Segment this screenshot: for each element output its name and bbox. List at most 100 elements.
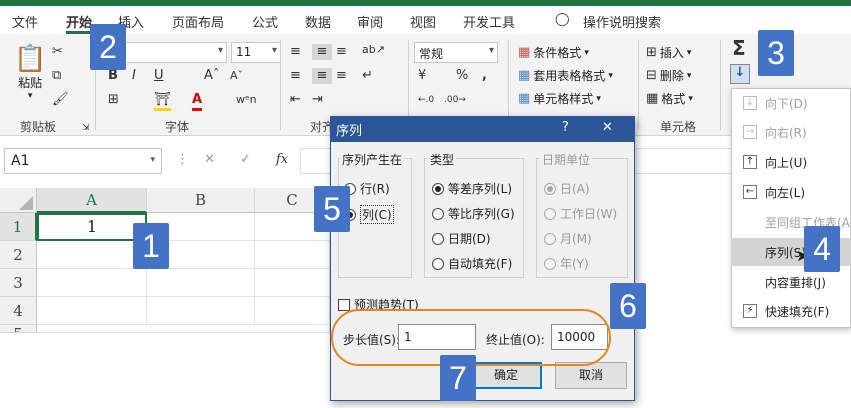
row-header-5[interactable]: 5 [0, 325, 37, 333]
radio-columns[interactable]: 列(C) [344, 205, 394, 224]
radio-date[interactable]: 日期(D) [432, 230, 491, 247]
table-format-button[interactable]: ▦ 套用表格格式 ▾ [518, 67, 613, 84]
cell-c2[interactable] [255, 241, 330, 269]
cell-c4[interactable] [255, 297, 330, 325]
align-middle-icon[interactable]: ≡ [312, 44, 332, 60]
arrow-up-icon: ↑ [743, 155, 757, 169]
currency-icon[interactable]: ¥ [418, 68, 426, 84]
percent-icon[interactable]: % [456, 68, 468, 84]
radio-weekday[interactable]: 工作日(W) [544, 205, 617, 222]
flash-fill-item[interactable]: ⚡ 快速填充(F) [731, 297, 851, 325]
cut-icon[interactable]: ✂ [52, 44, 63, 60]
font-color-icon[interactable]: A [192, 92, 203, 111]
align-right-icon[interactable]: ≡ [336, 68, 347, 84]
copy-icon[interactable]: ⧉ [52, 68, 61, 84]
row-header-4[interactable]: 4 [0, 297, 37, 325]
align-top-icon[interactable]: ≡ [290, 44, 301, 60]
tab-formulas[interactable]: 公式 [252, 12, 278, 31]
number-format-combo[interactable]: 常规 ▾ [414, 42, 498, 63]
shrink-font-icon[interactable]: Aˇ [230, 68, 243, 84]
fill-left-item[interactable]: ← 向左(L) [731, 178, 851, 206]
cell-a4[interactable] [37, 297, 147, 325]
cell-row-5[interactable] [37, 325, 330, 333]
delete-cells-button[interactable]: ⊟ 删除 ▾ [646, 67, 691, 84]
phonetic-icon[interactable]: wᵉn [236, 92, 257, 108]
row-header-2[interactable]: 2 [0, 241, 37, 269]
confirm-entry-icon[interactable]: ✓ [240, 152, 251, 168]
comma-icon[interactable]: , [482, 68, 487, 84]
autosum-icon[interactable]: Σ [732, 38, 746, 58]
cell-b3[interactable] [147, 269, 255, 297]
radio-dot [432, 232, 444, 245]
tab-review[interactable]: 审阅 [357, 12, 383, 31]
decrease-decimal-icon[interactable]: .00→ [444, 92, 466, 108]
dialog-launcher-icon[interactable]: ⇲ [82, 120, 90, 136]
cell-c3[interactable] [255, 269, 330, 297]
font-size-value: 11 [236, 45, 252, 59]
radio-day[interactable]: 日(A) [544, 180, 590, 197]
bold-icon[interactable]: B [108, 68, 118, 84]
radio-rows[interactable]: 行(R) [344, 180, 390, 197]
cell-a2[interactable] [37, 241, 147, 269]
tab-view[interactable]: 视图 [410, 12, 436, 31]
step-badge-2: 2 [90, 24, 126, 70]
cell-a1[interactable]: 1 [37, 213, 147, 241]
radio-autofill-label: 自动填充(F) [448, 257, 513, 271]
fill-down-icon[interactable]: ↓ [730, 64, 750, 84]
grow-font-icon[interactable]: Aˆ [204, 68, 219, 84]
italic-icon[interactable]: I [132, 68, 136, 84]
radio-autofill[interactable]: 自动填充(F) [432, 255, 512, 272]
tab-developer[interactable]: 开发工具 [463, 12, 515, 31]
paste-button[interactable]: 📋 粘贴 ▾ [14, 44, 46, 101]
cancel-entry-icon[interactable]: ✕ [204, 152, 215, 168]
column-header-b[interactable]: B [147, 188, 255, 213]
blank-icon [743, 245, 757, 259]
tab-home[interactable]: 开始 [66, 12, 92, 31]
insert-cells-button[interactable]: ⊞ 插入 ▾ [646, 44, 691, 61]
decrease-indent-icon[interactable]: ⇤ [290, 92, 301, 108]
fill-down-item[interactable]: ↓ 向下(D) [731, 89, 851, 117]
row-header-1[interactable]: 1 [0, 213, 37, 241]
cancel-button[interactable]: 取消 [555, 362, 627, 389]
font-size-combo[interactable]: 11 ▾ [231, 42, 281, 63]
align-left-icon[interactable]: ≡ [290, 68, 301, 84]
dialog-titlebar: 序列 ? ✕ [330, 116, 635, 142]
increase-indent-icon[interactable]: ⇥ [312, 92, 323, 108]
tab-data[interactable]: 数据 [305, 12, 331, 31]
orientation-icon[interactable]: ab↗ [362, 42, 385, 58]
fill-right-item[interactable]: → 向右(R) [731, 118, 851, 146]
fill-up-item[interactable]: ↑ 向上(U) [731, 148, 851, 176]
radio-month[interactable]: 月(M) [544, 230, 592, 247]
column-header-a[interactable]: A [37, 188, 147, 213]
increase-decimal-icon[interactable]: ←.0 [418, 92, 434, 108]
justify-item[interactable]: 内容重排(J) [731, 268, 851, 296]
radio-dot [544, 257, 556, 270]
format-painter-icon[interactable]: 🖌 [52, 92, 69, 108]
wrap-text-icon[interactable]: ↵ [362, 68, 373, 84]
fill-color-icon[interactable]: ⛩ [154, 92, 171, 111]
align-center-icon[interactable]: ≡ [312, 68, 332, 84]
tab-file[interactable]: 文件 [12, 12, 38, 31]
cell-b4[interactable] [147, 297, 255, 325]
insert-function-icon[interactable]: fx [276, 152, 288, 168]
help-icon[interactable]: ? [562, 120, 569, 135]
ok-button[interactable]: 确定 [470, 362, 542, 389]
tell-me-search[interactable]: 操作说明搜索 [583, 12, 661, 31]
align-bottom-icon[interactable]: ≡ [336, 44, 347, 60]
row-header-3[interactable]: 3 [0, 269, 37, 297]
cell-style-button[interactable]: ▦ 单元格样式 ▾ [518, 90, 601, 107]
cell-a3[interactable] [37, 269, 147, 297]
close-icon[interactable]: ✕ [602, 120, 613, 135]
radio-linear[interactable]: 等差序列(L) [432, 180, 512, 197]
radio-year[interactable]: 年(Y) [544, 255, 589, 272]
border-icon[interactable]: ⊞ [108, 92, 119, 108]
tab-page-layout[interactable]: 页面布局 [172, 12, 224, 31]
conditional-format-button[interactable]: ▦ 条件格式 ▾ [518, 44, 589, 61]
format-cells-button[interactable]: ▦ 格式 ▾ [646, 90, 693, 107]
select-all-corner[interactable] [0, 188, 37, 213]
name-box[interactable]: A1 ▾ [4, 148, 162, 174]
checkbox-box [338, 298, 350, 311]
insert-cells-label: 插入 [659, 46, 684, 60]
underline-icon[interactable]: U [154, 68, 164, 84]
radio-growth[interactable]: 等比序列(G) [432, 205, 515, 222]
